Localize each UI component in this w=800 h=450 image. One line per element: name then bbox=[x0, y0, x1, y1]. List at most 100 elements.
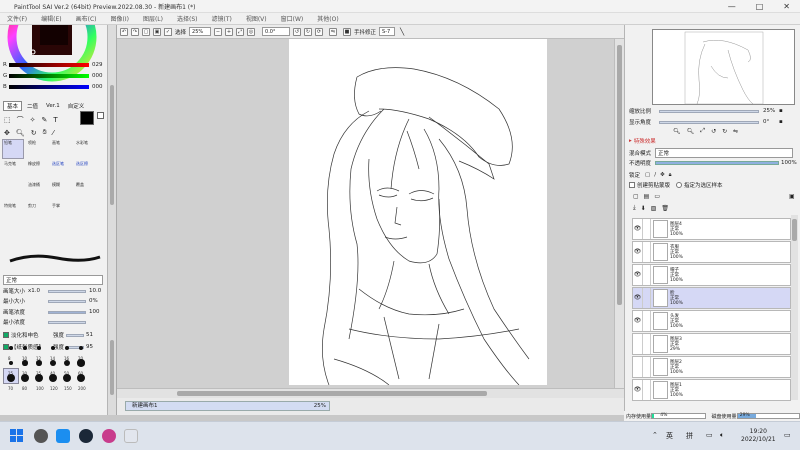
zoom-in-icon[interactable]: + bbox=[225, 27, 234, 36]
brush-size-dot[interactable] bbox=[8, 360, 14, 366]
layer-lock-toggle[interactable] bbox=[643, 380, 651, 400]
new-linework-icon[interactable]: ▤ bbox=[644, 193, 650, 200]
lock-transparency-icon[interactable]: ▢ bbox=[645, 172, 650, 178]
menu-filter[interactable]: 滤镜(T) bbox=[204, 14, 238, 23]
layer-row[interactable]: 👁︎ 脸正常 100% bbox=[632, 287, 791, 309]
menu-window[interactable]: 窗口(W) bbox=[274, 14, 311, 23]
layer-lock-toggle[interactable] bbox=[643, 219, 651, 239]
zoom-reset-icon[interactable]: ▪ bbox=[779, 108, 783, 114]
tool-label[interactable]: 模糊 bbox=[52, 182, 60, 188]
zoom-icon[interactable]: 🔍︎ bbox=[16, 129, 25, 137]
tool-label[interactable]: 水彩笔 bbox=[76, 140, 88, 146]
steam-icon[interactable] bbox=[79, 429, 93, 443]
tool-label[interactable]: 油漆桶 bbox=[28, 182, 40, 188]
lock-move-icon[interactable]: ✥ bbox=[660, 172, 665, 178]
blend-checkbox[interactable] bbox=[3, 332, 9, 338]
new-layer-icon[interactable]: ▢ bbox=[633, 193, 639, 200]
line-tool-icon[interactable]: ╲ bbox=[400, 28, 404, 36]
tool-label[interactable]: 选区笔 bbox=[52, 161, 64, 167]
min-density-slider[interactable] bbox=[48, 320, 86, 324]
zoom-slider[interactable] bbox=[659, 109, 759, 113]
maximize-button[interactable]: □ bbox=[756, 2, 764, 11]
nav-flip-icon[interactable]: ⇋ bbox=[733, 128, 738, 135]
brush-size-mult[interactable]: x1.0 bbox=[28, 288, 48, 294]
app-icon-1[interactable] bbox=[34, 429, 48, 443]
menu-edit[interactable]: 编辑(E) bbox=[34, 14, 68, 23]
tool-label[interactable]: 画笔 bbox=[52, 140, 60, 146]
deselect-icon[interactable]: ▢ bbox=[142, 27, 150, 36]
min-size-slider[interactable] bbox=[48, 299, 86, 303]
merge-down-icon[interactable]: ⬇ bbox=[641, 205, 646, 212]
layer-row[interactable]: 👁︎ 图层1 正常 100% bbox=[632, 379, 791, 401]
pen-icon[interactable]: ✎ bbox=[42, 116, 48, 124]
close-button[interactable]: ✕ bbox=[783, 2, 790, 11]
eye-icon[interactable]: 👁︎ bbox=[633, 265, 643, 285]
brush-size-dot[interactable] bbox=[49, 374, 57, 382]
app-icon-2[interactable] bbox=[56, 429, 70, 443]
left-scroll-thumb[interactable] bbox=[110, 340, 114, 395]
eye-icon[interactable]: 👁︎ bbox=[633, 242, 643, 262]
ime-mode[interactable]: 拼 bbox=[686, 431, 693, 441]
text-icon[interactable]: T bbox=[53, 116, 57, 124]
menu-other[interactable]: 其他(O) bbox=[310, 14, 345, 23]
brush-size-dot[interactable] bbox=[36, 360, 42, 366]
layer-row[interactable]: 👁︎ 图层4 正常 100% bbox=[632, 218, 791, 240]
notification-icon[interactable]: ▭ bbox=[784, 431, 791, 439]
document-tab[interactable]: 新建画布1 25% bbox=[125, 401, 330, 411]
rotate-icon[interactable]: ↻ bbox=[31, 129, 37, 137]
layer-lock-toggle[interactable] bbox=[643, 311, 651, 331]
nav-zoom-in-icon[interactable]: 🔍︎ bbox=[687, 128, 695, 135]
eye-icon[interactable] bbox=[633, 357, 643, 377]
left-scroll-thumb[interactable] bbox=[110, 85, 114, 205]
hscroll-thumb[interactable] bbox=[177, 391, 487, 396]
transfer-down-icon[interactable]: ⤓ bbox=[633, 204, 636, 212]
angle-reset-icon[interactable]: ▪ bbox=[779, 119, 783, 125]
eye-icon[interactable] bbox=[633, 334, 643, 354]
layer-list-scrollbar[interactable] bbox=[791, 215, 798, 400]
rotate-right-icon[interactable]: ↻ bbox=[304, 27, 313, 36]
lock-all-icon[interactable]: 🔒︎ bbox=[669, 172, 672, 179]
left-panel-scrollbar[interactable] bbox=[108, 25, 117, 415]
app-icon-5[interactable] bbox=[124, 429, 138, 443]
effects-arrow-icon[interactable]: ▸ bbox=[629, 138, 632, 144]
rotation-select[interactable]: 0.0° bbox=[262, 27, 291, 36]
effects-label[interactable]: 特殊效果 bbox=[634, 137, 656, 145]
canvas-paper[interactable] bbox=[289, 39, 547, 386]
layer-lock-toggle[interactable] bbox=[643, 265, 651, 285]
brush-size-slider[interactable] bbox=[48, 289, 86, 293]
network-icon[interactable]: ▭ bbox=[706, 431, 713, 439]
brush-size-dot[interactable] bbox=[37, 346, 41, 350]
navigator-preview[interactable] bbox=[652, 29, 795, 105]
canvas-area[interactable] bbox=[117, 39, 614, 388]
menu-view[interactable]: 视图(V) bbox=[239, 14, 274, 23]
lasso-icon[interactable]: ⌒ bbox=[17, 115, 24, 125]
tab-custom[interactable]: 自定义 bbox=[65, 102, 88, 110]
select-rect-icon[interactable]: ⬚ bbox=[4, 116, 11, 124]
tool-label[interactable]: 橡皮擦 bbox=[28, 161, 40, 167]
brush-size-dot[interactable] bbox=[63, 374, 71, 382]
canvas-horizontal-scrollbar[interactable] bbox=[117, 388, 624, 398]
volume-icon[interactable]: 🔈︎ bbox=[720, 431, 724, 440]
delete-layer-icon[interactable]: 🗑︎ bbox=[661, 205, 669, 212]
clear-layer-icon[interactable]: ▨ bbox=[651, 205, 657, 212]
opacity-slider[interactable] bbox=[655, 161, 779, 165]
tab-basic[interactable]: 基本 bbox=[3, 101, 23, 111]
blend-slider[interactable] bbox=[66, 333, 85, 337]
magic-wand-icon[interactable]: ✧ bbox=[30, 116, 36, 124]
hand-icon[interactable]: ✋︎ bbox=[43, 128, 47, 137]
redo-icon[interactable]: ↷ bbox=[131, 27, 139, 36]
brush-size-dot[interactable] bbox=[77, 359, 85, 367]
brush-size-dot[interactable] bbox=[22, 360, 28, 366]
tool-label[interactable]: 选区擦 bbox=[76, 161, 88, 167]
zoom-fit-icon[interactable]: ⤢ bbox=[236, 27, 245, 36]
tool-label[interactable]: 特效笔 bbox=[4, 203, 16, 209]
layer-row[interactable]: 图层3 正常 29% bbox=[632, 333, 791, 355]
menu-image[interactable]: 图像(I) bbox=[104, 14, 136, 23]
brush-size-dot[interactable] bbox=[7, 374, 15, 382]
r-slider[interactable] bbox=[9, 63, 89, 67]
flip-icon[interactable]: ⇋ bbox=[329, 27, 338, 36]
clip-checkbox[interactable] bbox=[629, 182, 635, 188]
eye-icon[interactable]: 👁︎ bbox=[633, 219, 643, 239]
layer-blend-mode-select[interactable]: 正常 bbox=[655, 148, 793, 158]
nav-zoom-out-icon[interactable]: 🔍︎ bbox=[673, 128, 681, 135]
